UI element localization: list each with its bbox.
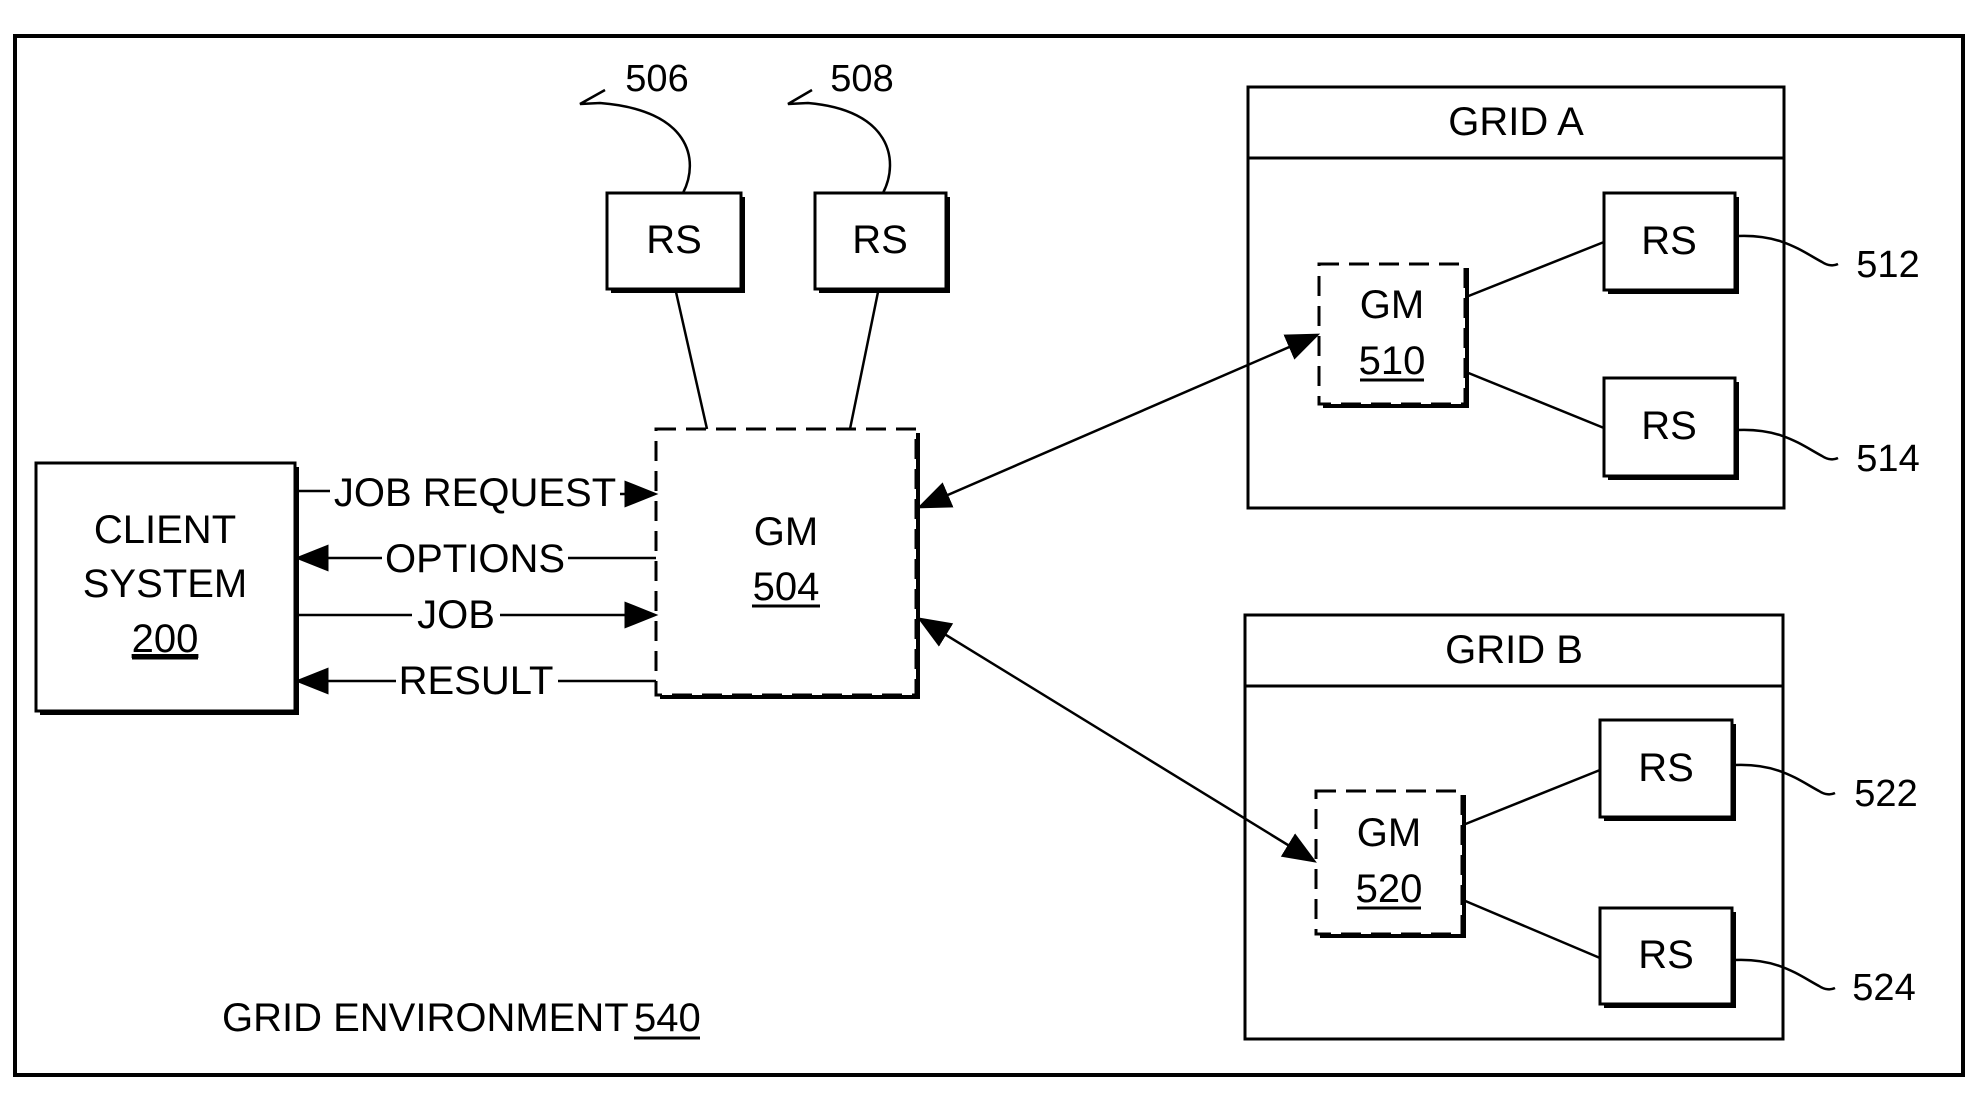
gm-510-label: GM <box>1360 283 1424 327</box>
rs-512-connector <box>1465 240 1605 299</box>
rs-508-node: RS 508 <box>787 58 950 430</box>
rs-514-node: RS 514 <box>1465 370 1920 480</box>
rs-522-connector <box>1462 768 1601 827</box>
gm-520-label: GM <box>1357 811 1421 855</box>
client-system-line1: CLIENT <box>94 508 236 552</box>
grid-environment-text: GRID ENVIRONMENT <box>222 996 629 1040</box>
gm-520-node: GM 520 <box>1314 789 1466 938</box>
gm504-gm520-bidirectional-arrow <box>917 617 1317 863</box>
rs-514-label: RS <box>1641 404 1697 448</box>
rs-524-label: RS <box>1638 933 1694 977</box>
rs-514-connector <box>1465 370 1605 430</box>
rs-524-connector <box>1462 898 1601 960</box>
grid-environment-ref: 540 <box>634 996 701 1040</box>
rs-512-node: RS 512 <box>1465 191 1920 299</box>
job-request-label: JOB REQUEST <box>334 471 616 515</box>
gm-510-ref: 510 <box>1359 339 1426 383</box>
rs-508-leader <box>787 88 892 194</box>
client-system-ref: 200 <box>132 617 199 661</box>
gm-504-label: GM <box>754 510 818 554</box>
grid-a-container: GRID A GM 510 RS 512 RS 514 <box>1246 85 1920 510</box>
rs-506-label: RS <box>646 218 702 262</box>
rs-524-ref: 524 <box>1852 967 1915 1009</box>
gm-510-node: GM 510 <box>1317 262 1469 408</box>
options-label: OPTIONS <box>385 537 565 581</box>
client-system-node: CLIENT SYSTEM 200 <box>34 461 299 715</box>
grid-a-title: GRID A <box>1448 100 1584 144</box>
rs-508-label: RS <box>852 218 908 262</box>
gm-520-ref: 520 <box>1356 867 1423 911</box>
rs-522-ref: 522 <box>1854 773 1917 815</box>
message-options: OPTIONS <box>294 537 656 581</box>
client-system-line2: SYSTEM <box>83 562 247 606</box>
grid-environment-label: GRID ENVIRONMENT 540 <box>222 996 701 1040</box>
gm504-gm510-bidirectional-arrow <box>916 333 1321 509</box>
rs-524-node: RS 524 <box>1462 898 1916 1009</box>
rs-512-ref: 512 <box>1856 244 1919 286</box>
grid-environment-diagram: CLIENT SYSTEM 200 GM 504 JOB REQUEST OPT… <box>13 34 1965 1077</box>
rs-514-leader <box>1736 428 1839 461</box>
gm-504-ref: 504 <box>753 565 820 609</box>
grid-b-container: GRID B GM 520 RS 522 RS 524 <box>1243 613 1918 1041</box>
rs-522-label: RS <box>1638 746 1694 790</box>
message-result: RESULT <box>294 659 656 703</box>
result-label: RESULT <box>399 659 554 703</box>
rs-506-leader <box>579 88 691 194</box>
message-job: JOB <box>297 593 659 637</box>
job-label: JOB <box>417 593 495 637</box>
rs-514-ref: 514 <box>1856 438 1919 480</box>
rs-512-label: RS <box>1641 219 1697 263</box>
message-job-request: JOB REQUEST <box>297 471 659 515</box>
gm-504-node: GM 504 <box>654 427 920 699</box>
grid-b-title: GRID B <box>1445 628 1583 672</box>
rs-506-ref: 506 <box>625 58 688 100</box>
rs-506-node: RS 506 <box>579 58 745 430</box>
rs-512-leader <box>1736 234 1839 267</box>
rs-508-connector <box>848 291 880 430</box>
rs-506-connector <box>674 291 709 430</box>
rs-508-ref: 508 <box>830 58 893 100</box>
rs-522-node: RS 522 <box>1462 718 1918 827</box>
